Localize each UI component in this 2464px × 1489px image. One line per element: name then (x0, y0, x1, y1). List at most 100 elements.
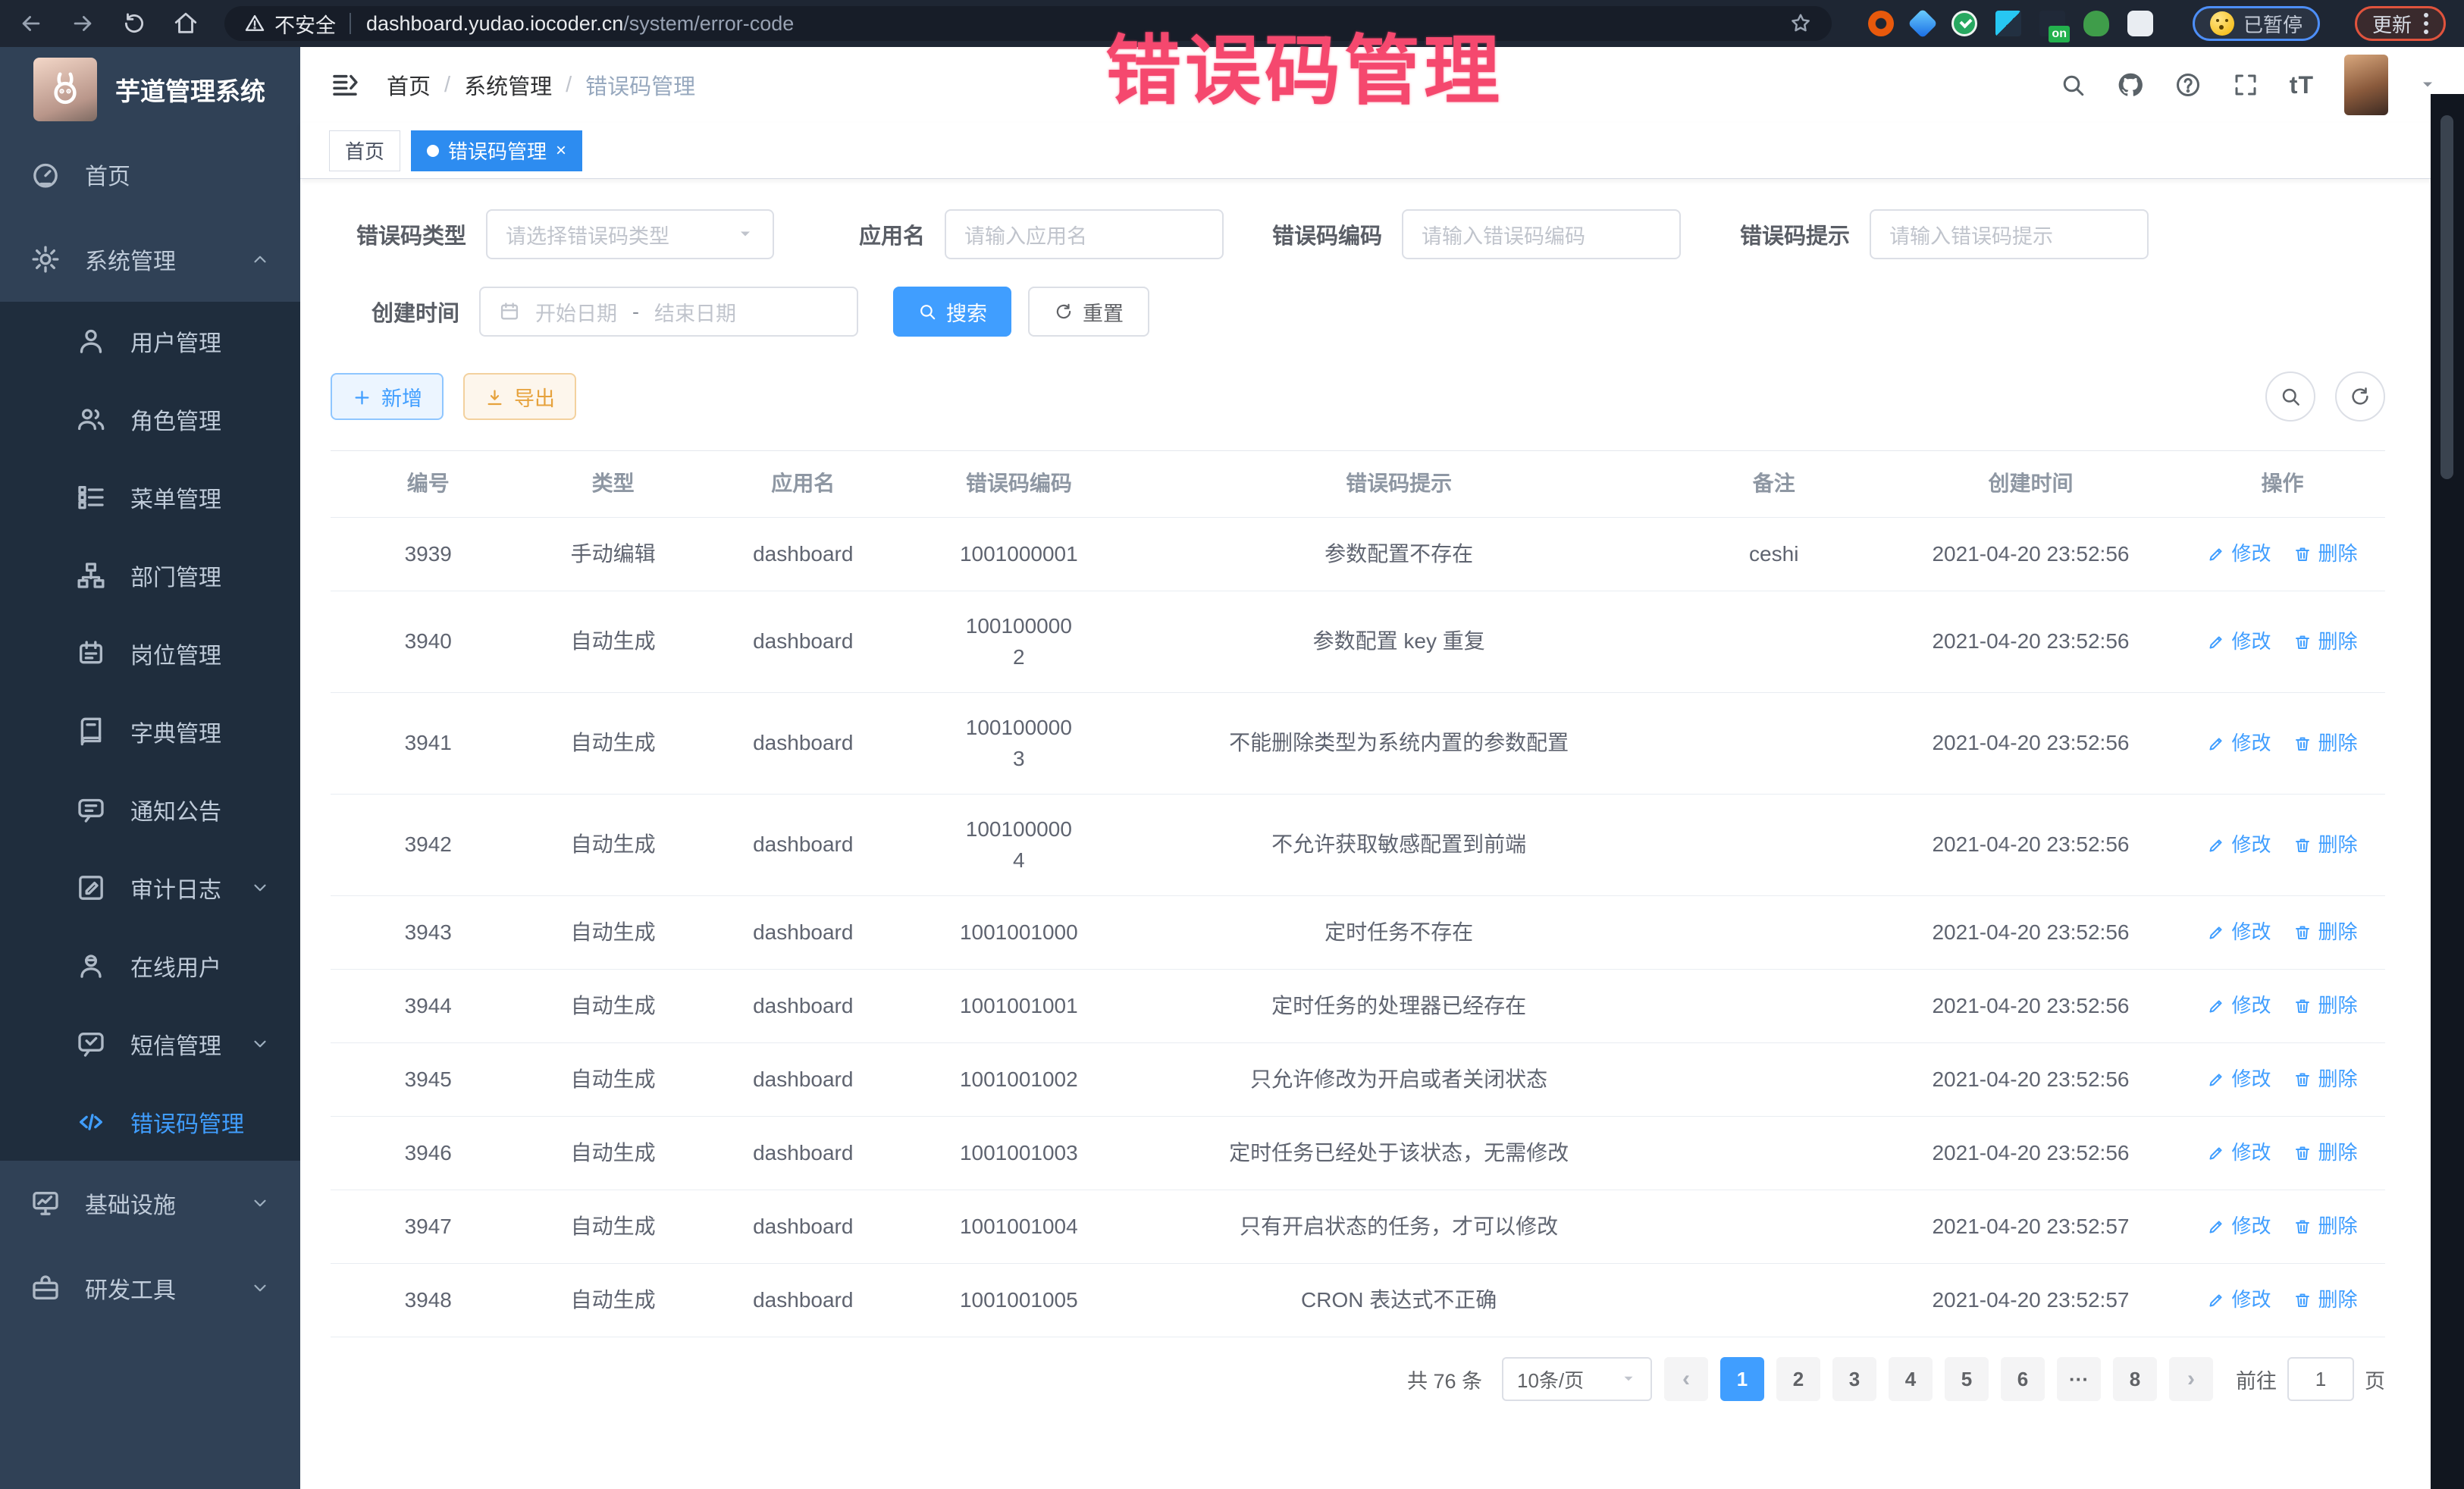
sidebar-item-user-management[interactable]: 用户管理 (0, 302, 300, 380)
edit-button[interactable]: 修改 (2207, 1212, 2271, 1241)
edit-button[interactable]: 修改 (2207, 1286, 2271, 1315)
goto-page-input[interactable] (2287, 1357, 2354, 1401)
delete-button[interactable]: 删除 (2293, 831, 2357, 860)
extensions-puzzle-icon[interactable] (2127, 11, 2153, 36)
table-row[interactable]: 3944自动生成dashboard1001001001定时任务的处理器已经存在2… (331, 970, 2385, 1043)
edit-button[interactable]: 修改 (2207, 992, 2271, 1020)
extension-mosaic-icon[interactable] (1995, 11, 2021, 36)
edit-button[interactable]: 修改 (2207, 729, 2271, 758)
sidebar-item-infrastructure[interactable]: 基础设施 (0, 1161, 300, 1246)
bookmark-star-icon[interactable] (1789, 12, 1812, 35)
edit-button[interactable]: 修改 (2207, 918, 2271, 947)
sidebar-item-dev-tools[interactable]: 研发工具 (0, 1246, 300, 1331)
delete-button[interactable]: 删除 (2293, 1212, 2357, 1241)
fullscreen-icon[interactable] (2232, 71, 2259, 99)
header-search-icon[interactable] (2059, 71, 2086, 99)
browser-forward-icon[interactable] (70, 11, 96, 36)
table-row[interactable]: 3948自动生成dashboard1001001005CRON 表达式不正确20… (331, 1264, 2385, 1337)
page-button-6[interactable]: 6 (2001, 1357, 2045, 1401)
prev-page-button[interactable]: ‹ (1664, 1357, 1708, 1401)
paused-extension-badge[interactable]: 已暂停 (2193, 6, 2320, 41)
delete-button[interactable]: 删除 (2293, 918, 2357, 947)
delete-button[interactable]: 删除 (2293, 628, 2357, 657)
page-button-8[interactable]: 8 (2113, 1357, 2157, 1401)
reset-button[interactable]: 重置 (1028, 287, 1149, 337)
app-name-input[interactable]: 请输入应用名 (945, 209, 1224, 259)
edit-button[interactable]: 修改 (2207, 628, 2271, 657)
delete-button[interactable]: 删除 (2293, 729, 2357, 758)
export-button[interactable]: 导出 (463, 373, 576, 420)
edit-button[interactable]: 修改 (2207, 1065, 2271, 1094)
delete-button[interactable]: 删除 (2293, 1065, 2357, 1094)
page-size-select[interactable]: 10条/页 (1502, 1357, 1652, 1401)
refresh-table-button[interactable] (2335, 371, 2385, 422)
page-button-2[interactable]: 2 (1776, 1357, 1820, 1401)
sidebar-item-online-users[interactable]: 在线用户 (0, 926, 300, 1005)
next-page-button[interactable]: › (2169, 1357, 2213, 1401)
edit-button[interactable]: 修改 (2207, 1139, 2271, 1168)
browser-home-icon[interactable] (173, 11, 199, 36)
sidebar-item-dept-management[interactable]: 部门管理 (0, 536, 300, 614)
date-range-picker[interactable]: 开始日期 - 结束日期 (479, 287, 858, 337)
table-row[interactable]: 3940自动生成dashboard100100000 2参数配置 key 重复2… (331, 591, 2385, 693)
sidebar-item-system-management[interactable]: 系统管理 (0, 217, 300, 302)
sidebar-item-menu-management[interactable]: 菜单管理 (0, 458, 300, 536)
sidebar-item-error-code-management[interactable]: 错误码管理 (0, 1083, 300, 1161)
github-icon[interactable] (2117, 71, 2144, 99)
delete-button[interactable]: 删除 (2293, 992, 2357, 1020)
breadcrumb-item-1[interactable]: 系统管理 (464, 69, 552, 101)
extension-key-icon[interactable] (2083, 11, 2109, 36)
sidebar-item-post-management[interactable]: 岗位管理 (0, 614, 300, 692)
help-icon[interactable] (2174, 71, 2202, 99)
browser-reload-icon[interactable] (121, 11, 147, 36)
toggle-search-button[interactable] (2265, 371, 2315, 422)
extension-orange-icon[interactable] (1868, 11, 1894, 36)
hamburger-icon[interactable] (329, 69, 361, 101)
scrollbar-thumb[interactable] (2440, 115, 2453, 479)
table-row[interactable]: 3945自动生成dashboard1001001002只允许修改为开启或者关闭状… (331, 1043, 2385, 1117)
sidebar-item-home[interactable]: 首页 (0, 132, 300, 217)
table-row[interactable]: 3941自动生成dashboard100100000 3不能删除类型为系统内置的… (331, 693, 2385, 795)
font-size-icon[interactable]: tT (2290, 71, 2314, 99)
tab-error-code[interactable]: 错误码管理× (411, 130, 582, 171)
page-ellipsis-button[interactable]: ··· (2057, 1357, 2101, 1401)
delete-button[interactable]: 删除 (2293, 540, 2357, 569)
search-button[interactable]: 搜索 (893, 287, 1011, 337)
browser-back-icon[interactable] (18, 11, 44, 36)
sidebar-item-notice[interactable]: 通知公告 (0, 770, 300, 848)
table-row[interactable]: 3942自动生成dashboard100100000 4不允许获取敏感配置到前端… (331, 795, 2385, 896)
app-logo[interactable]: 芋道管理系统 (0, 47, 300, 132)
delete-button[interactable]: 删除 (2293, 1139, 2357, 1168)
address-bar[interactable]: 不安全 dashboard.yudao.iocoder.cn/system/er… (224, 6, 1832, 41)
breadcrumb-item-0[interactable]: 首页 (387, 69, 431, 101)
window-scrollbar[interactable] (2431, 94, 2464, 1489)
error-code-input[interactable]: 请输入错误码编码 (1402, 209, 1681, 259)
page-button-3[interactable]: 3 (1832, 1357, 1876, 1401)
tab-home[interactable]: 首页 (329, 130, 400, 171)
extension-on-badge-icon[interactable] (2039, 11, 2065, 36)
error-msg-input[interactable]: 请输入错误码提示 (1870, 209, 2149, 259)
browser-menu-icon[interactable] (2424, 13, 2428, 34)
page-button-5[interactable]: 5 (1945, 1357, 1989, 1401)
avatar-caret-icon[interactable] (2419, 76, 2437, 94)
extension-green-check-icon[interactable] (1951, 11, 1977, 36)
add-button[interactable]: 新增 (331, 373, 444, 420)
page-button-4[interactable]: 4 (1889, 1357, 1933, 1401)
sidebar-item-dict-management[interactable]: 字典管理 (0, 692, 300, 770)
table-row[interactable]: 3946自动生成dashboard1001001003定时任务已经处于该状态，无… (331, 1117, 2385, 1190)
page-button-1[interactable]: 1 (1720, 1357, 1764, 1401)
sidebar-item-role-management[interactable]: 角色管理 (0, 380, 300, 458)
edit-button[interactable]: 修改 (2207, 540, 2271, 569)
edit-button[interactable]: 修改 (2207, 831, 2271, 860)
table-row[interactable]: 3943自动生成dashboard1001001000定时任务不存在2021-0… (331, 896, 2385, 970)
delete-button[interactable]: 删除 (2293, 1286, 2357, 1315)
extension-gem-icon[interactable] (1908, 8, 1938, 39)
browser-update-button[interactable]: 更新 (2355, 6, 2446, 41)
error-type-select[interactable]: 请选择错误码类型 (486, 209, 774, 259)
close-tab-icon[interactable]: × (556, 140, 566, 161)
sidebar-item-sms-management[interactable]: 短信管理 (0, 1005, 300, 1083)
table-row[interactable]: 3947自动生成dashboard1001001004只有开启状态的任务，才可以… (331, 1190, 2385, 1264)
table-row[interactable]: 3939手动编辑dashboard1001000001参数配置不存在ceshi2… (331, 518, 2385, 591)
user-avatar[interactable] (2344, 55, 2388, 115)
sidebar-item-audit-log[interactable]: 审计日志 (0, 848, 300, 926)
